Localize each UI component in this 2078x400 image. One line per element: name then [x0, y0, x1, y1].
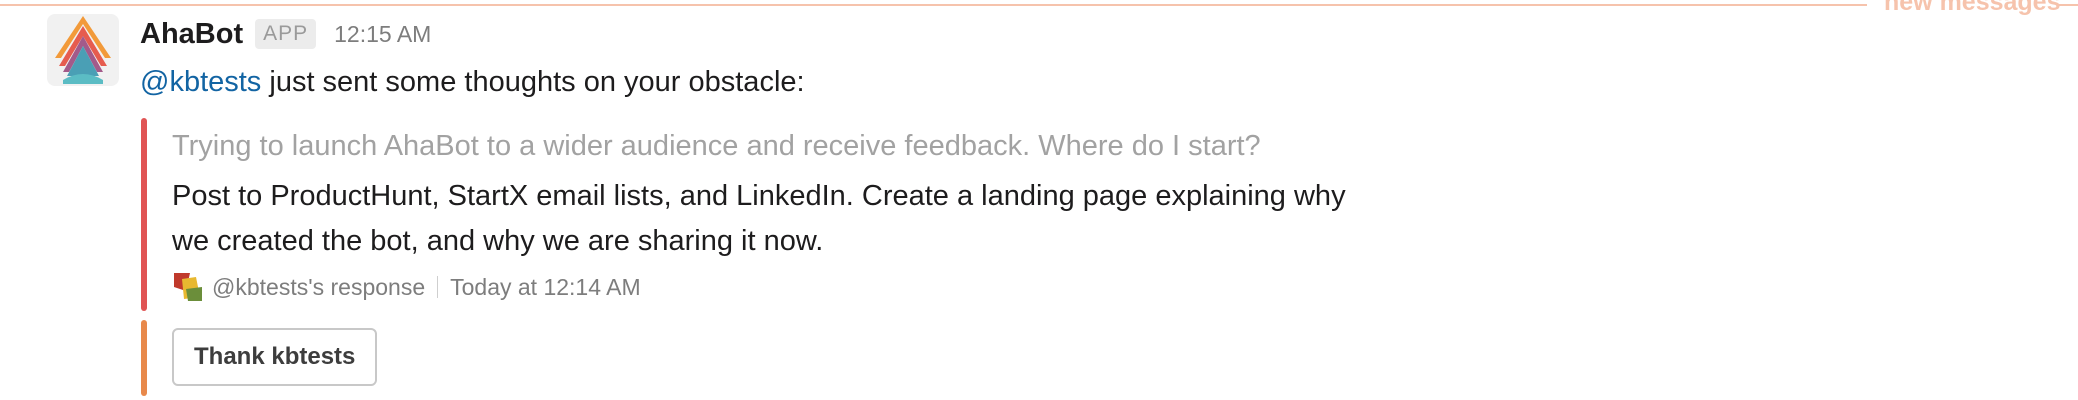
message-text: @kbtests just sent some thoughts on your… [140, 66, 805, 99]
ahabot-logo-icon[interactable] [47, 14, 119, 86]
message-timestamp[interactable]: 12:15 AM [334, 21, 431, 48]
user-mention[interactable]: @kbtests [140, 66, 261, 98]
app-badge: APP [255, 19, 317, 49]
attachment-answer: Post to ProductHunt, StartX email lists,… [172, 180, 1346, 257]
attachment-footer-author: @kbtests's response [212, 273, 426, 300]
attachment-quote: Trying to launch AhaBot to a wider audie… [172, 130, 1261, 162]
footer-separator [437, 276, 439, 298]
actions-color-bar [141, 320, 147, 396]
message-header: AhaBot APP 12:15 AM [140, 12, 431, 56]
user-avatar-icon [172, 271, 204, 303]
bot-name[interactable]: AhaBot [140, 18, 243, 51]
attachment-footer-time[interactable]: Today at 12:14 AM [450, 274, 641, 301]
new-messages-divider-line-right [2058, 4, 2078, 6]
attachment-footer: @kbtests's response Today at 12:14 AM [172, 270, 641, 304]
ahabot-logo-graphic [55, 16, 111, 84]
attachment-color-bar [141, 118, 147, 311]
new-messages-divider-line [0, 4, 1867, 6]
new-messages-label: new messages [1884, 0, 2061, 16]
message-body: just sent some thoughts on your obstacle… [261, 66, 805, 98]
thank-button[interactable]: Thank kbtests [172, 328, 378, 386]
